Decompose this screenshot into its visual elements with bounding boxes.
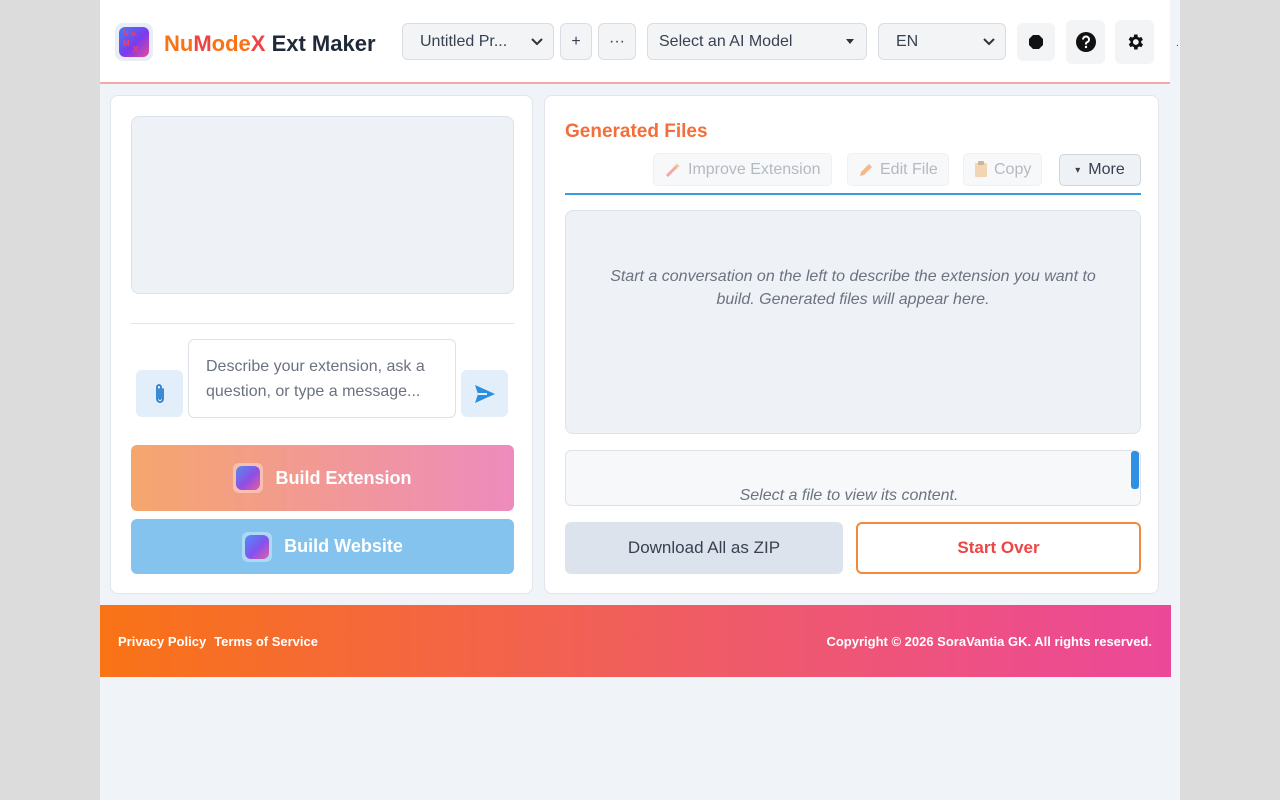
build-extension-button[interactable]: Build Extension — [131, 445, 514, 511]
scrollbar[interactable] — [1131, 451, 1139, 489]
settings-button[interactable] — [1115, 20, 1154, 64]
empty-state-text: Start a conversation on the left to desc… — [610, 268, 1096, 308]
gear-icon — [1128, 34, 1143, 50]
footer: Privacy Policy Terms of Service Copyrigh… — [100, 605, 1171, 677]
magic-wand-icon — [665, 162, 680, 177]
divider — [131, 323, 514, 324]
language-select[interactable]: EN — [878, 23, 1006, 60]
pencil-icon — [860, 163, 872, 176]
download-zip-button[interactable]: Download All as ZIP — [565, 522, 843, 574]
chat-history — [131, 116, 514, 294]
improve-extension-button[interactable]: Improve Extension — [653, 153, 832, 186]
app-logo-icon — [233, 463, 264, 493]
build-website-button[interactable]: Build Website — [131, 519, 514, 574]
viewer-placeholder: Select a file to view its content. — [739, 487, 959, 504]
attach-button[interactable] — [136, 370, 183, 417]
tab-underline — [565, 193, 1141, 195]
send-icon — [474, 384, 495, 403]
panel-title: Generated Files — [565, 121, 708, 142]
project-menu-button[interactable]: ··· — [598, 23, 636, 60]
caret-down-icon — [846, 39, 854, 44]
terms-of-service-link[interactable]: Terms of Service — [214, 634, 318, 649]
logo-mark: N u M X — [119, 27, 149, 57]
send-button[interactable] — [461, 370, 508, 417]
caret-down-icon: ▾ — [1075, 164, 1081, 176]
help-button[interactable] — [1066, 20, 1105, 64]
model-select[interactable]: Select an AI Model — [647, 23, 867, 60]
chevron-down-icon — [983, 38, 995, 46]
clipboard-icon — [975, 161, 987, 177]
add-project-button[interactable]: + — [560, 23, 592, 60]
chevron-down-icon — [531, 38, 543, 46]
start-over-button[interactable]: Start Over — [856, 522, 1141, 574]
message-input[interactable]: Describe your extension, ask a question,… — [188, 339, 456, 418]
octagon-icon — [1029, 35, 1043, 49]
copy-button[interactable]: Copy — [963, 153, 1043, 186]
privacy-policy-link[interactable]: Privacy Policy — [118, 634, 206, 649]
chat-panel: Describe your extension, ask a question,… — [110, 95, 533, 594]
app-page: N u M X NuModeX Ext Maker Untitled Pr...… — [100, 0, 1180, 800]
app-logo: N u M X — [115, 23, 153, 61]
brand-title: NuModeX Ext Maker — [164, 31, 376, 56]
files-panel: Generated Files Improve Extension Edit F… — [544, 95, 1159, 594]
copyright-text: Copyright © 2026 SoraVantia GK. All righ… — [826, 633, 1152, 649]
file-list: Start a conversation on the left to desc… — [565, 210, 1141, 434]
top-bar: N u M X NuModeX Ext Maker Untitled Pr...… — [100, 0, 1179, 84]
help-icon — [1075, 32, 1096, 52]
edit-file-button[interactable]: Edit File — [847, 153, 949, 186]
more-menu-button[interactable]: ▾ More — [1059, 154, 1141, 186]
theme-toggle-button[interactable] — [1017, 23, 1055, 61]
project-select[interactable]: Untitled Pr... — [402, 23, 554, 60]
paperclip-icon — [155, 383, 164, 403]
overflow-indicator: . — [1176, 38, 1179, 49]
app-logo-icon — [242, 531, 273, 562]
file-viewer[interactable]: Select a file to view its content. — [565, 450, 1141, 506]
